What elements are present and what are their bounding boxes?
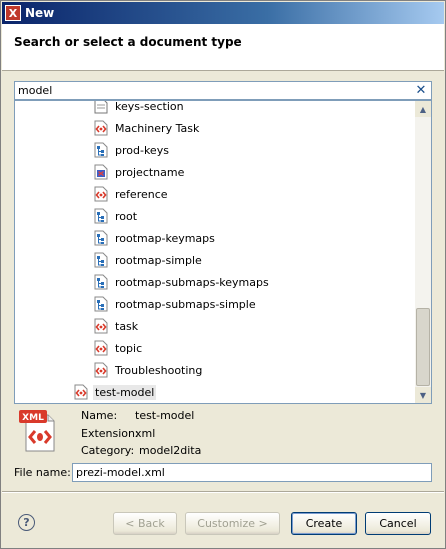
cancel-button[interactable]: Cancel [365, 512, 431, 535]
tree-item[interactable]: keys-section [15, 100, 417, 117]
tree-list: keys-section Machinery Task prod-keys proje… [15, 100, 417, 403]
detail-category: Category: model2dita [81, 444, 201, 460]
tree-item-label: keys-section [115, 100, 184, 113]
tree-item[interactable]: topic [15, 337, 417, 359]
xml-icon-label: XML [22, 413, 44, 423]
tree-item[interactable]: Troubleshooting [15, 359, 417, 381]
document-type-tree: keys-section Machinery Task prod-keys proje… [14, 100, 432, 404]
customize-button[interactable]: Customize > [185, 512, 280, 535]
map-icon [94, 274, 108, 290]
back-button[interactable]: < Back [113, 512, 177, 535]
xml-red-icon [94, 318, 108, 334]
tree-item-label: rootmap-simple [115, 253, 202, 267]
file-name-label: File name: [14, 465, 71, 479]
xml-red-icon [94, 362, 108, 378]
tree-item[interactable]: rootmap-keymaps [15, 227, 417, 249]
scroll-thumb[interactable] [416, 308, 430, 386]
clear-search-icon[interactable]: ✕ [413, 83, 429, 99]
tree-item[interactable]: Machinery Task [15, 117, 417, 139]
xml-red-icon [94, 120, 108, 136]
create-button[interactable]: Create [291, 512, 357, 535]
scroll-up-icon[interactable]: ▲ [415, 101, 431, 117]
tree-item[interactable]: test-model [15, 381, 417, 403]
xml-file-icon: XML [18, 409, 58, 456]
tree-item[interactable]: root [15, 205, 417, 227]
tree-item-label: reference [115, 187, 168, 201]
type-details: XML Name: test-model Extension: xml Cate… [14, 407, 432, 459]
xml-red-icon [94, 340, 108, 356]
tree-item-label: Machinery Task [115, 121, 200, 135]
scroll-down-icon[interactable]: ▼ [415, 387, 431, 403]
map-icon [94, 296, 108, 312]
search-box: ✕ [14, 81, 432, 100]
tree-item-label: rootmap-submaps-keymaps [115, 275, 269, 289]
tree-item-label: rootmap-submaps-simple [115, 297, 256, 311]
map-icon [94, 252, 108, 268]
tree-item-label: rootmap-keymaps [115, 231, 215, 245]
file-name-input[interactable]: prezi-model.xml [72, 462, 432, 482]
help-icon[interactable]: ? [18, 514, 35, 531]
map-icon [94, 142, 108, 158]
project-icon [94, 164, 108, 180]
tree-item-label: projectname [115, 165, 185, 179]
tree-item-label: prod-keys [115, 143, 169, 157]
tree-item[interactable]: projectname [15, 161, 417, 183]
map-icon [94, 208, 108, 224]
window-title: New [25, 6, 55, 20]
map-icon [94, 230, 108, 246]
tree-item-label: root [115, 209, 138, 223]
separator [2, 491, 444, 493]
tree-item[interactable]: task [15, 315, 417, 337]
tree-item[interactable]: rootmap-submaps-keymaps [15, 271, 417, 293]
xml-red-icon [74, 384, 88, 400]
detail-extension: Extension: xml [81, 427, 155, 443]
tree-item[interactable]: prod-keys [15, 139, 417, 161]
detail-category-value: model2dita [139, 444, 202, 457]
tree-item-label: task [115, 319, 139, 333]
detail-name-value: test-model [135, 409, 195, 422]
tree-item-label: topic [115, 341, 143, 355]
detail-name: Name: test-model [81, 409, 194, 425]
tree-item[interactable]: rootmap-submaps-simple [15, 293, 417, 315]
tree-item-label: test-model [93, 384, 157, 400]
detail-extension-value: xml [135, 427, 156, 440]
file-name-row: File name: prezi-model.xml [14, 462, 432, 482]
tree-item-label: Troubleshooting [115, 363, 203, 377]
document-icon [94, 101, 108, 114]
page-title: Search or select a document type [14, 35, 242, 49]
new-dialog: X New Search or select a document type ✕… [0, 0, 446, 549]
xml-red-icon [94, 186, 108, 202]
app-icon: X [5, 5, 21, 21]
tree-item[interactable]: rootmap-simple [15, 249, 417, 271]
header-panel: Search or select a document type [2, 24, 444, 71]
search-input[interactable] [15, 82, 413, 99]
vertical-scrollbar[interactable]: ▲ ▼ [415, 101, 431, 403]
title-bar[interactable]: X New [2, 2, 444, 24]
tree-item[interactable]: reference [15, 183, 417, 205]
